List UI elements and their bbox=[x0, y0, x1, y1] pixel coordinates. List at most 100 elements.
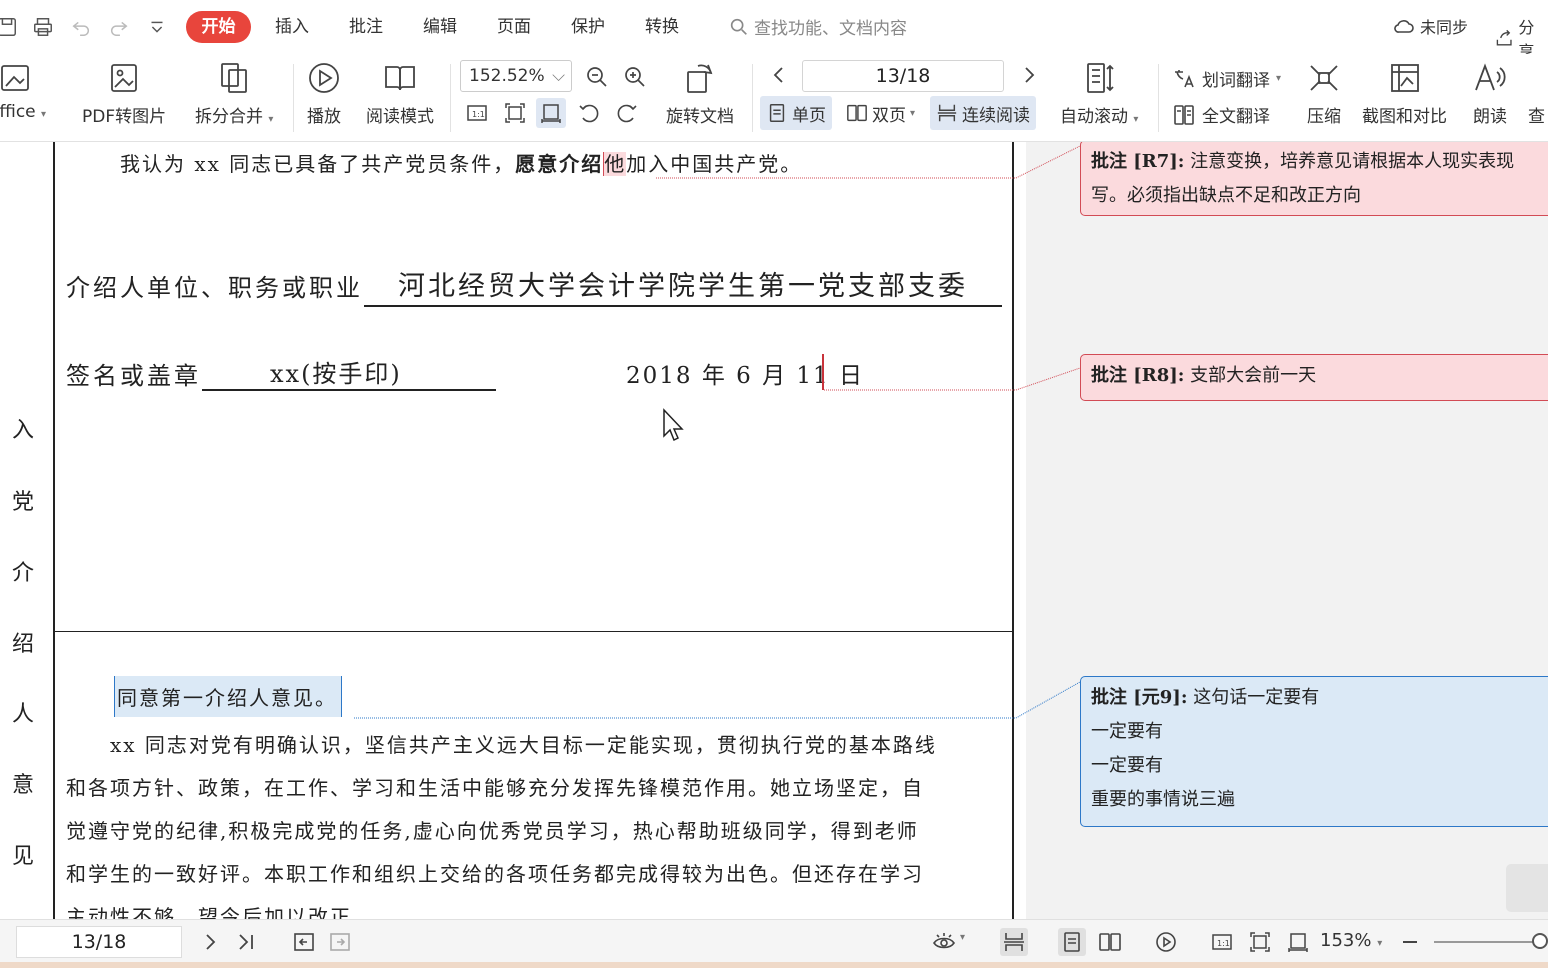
office-button[interactable]: Office ▾ bbox=[0, 60, 46, 122]
zoom-select[interactable]: 152.52% ⌵ bbox=[460, 60, 572, 92]
fit-width-icon[interactable] bbox=[1284, 928, 1312, 956]
zoom-out-icon[interactable] bbox=[1396, 928, 1424, 956]
back-icon[interactable] bbox=[290, 928, 318, 956]
customize-dropdown-icon[interactable] bbox=[144, 14, 170, 40]
zoom-in-icon[interactable] bbox=[620, 62, 650, 92]
pdf-image-icon bbox=[111, 64, 137, 92]
sync-status[interactable]: 未同步 bbox=[1392, 14, 1468, 38]
pdf-to-image-button[interactable]: PDF转图片 bbox=[82, 60, 166, 127]
double-page-label: 双页 bbox=[872, 105, 906, 126]
read-aloud-button[interactable]: 朗读 bbox=[1472, 60, 1508, 127]
rotate-document-button[interactable]: 旋转文档 bbox=[666, 60, 734, 127]
split-merge-icon bbox=[221, 63, 248, 93]
actual-size-icon[interactable]: 1:1 bbox=[1208, 928, 1236, 956]
status-bar: 13/18 ▾ 1:1 153% ▾ bbox=[0, 919, 1548, 968]
double-page-button[interactable]: 双页 ▾ bbox=[840, 96, 921, 130]
read-aloud-icon bbox=[1475, 63, 1506, 91]
tab-start[interactable]: 开始 bbox=[186, 11, 251, 43]
word-translate-button[interactable]: 划词翻译 ▾ bbox=[1172, 66, 1281, 91]
double-view-icon[interactable] bbox=[1096, 928, 1124, 956]
single-view-icon[interactable] bbox=[1058, 928, 1086, 956]
tab-convert[interactable]: 转换 bbox=[645, 14, 679, 40]
redo-icon[interactable] bbox=[106, 14, 132, 40]
screenshot-icon bbox=[1390, 64, 1419, 92]
read-mode-label: 阅读模式 bbox=[366, 107, 434, 127]
full-translate-label: 全文翻译 bbox=[1202, 107, 1270, 127]
single-page-button[interactable]: 单页 bbox=[760, 96, 832, 130]
svg-text:1:1: 1:1 bbox=[1217, 939, 1230, 948]
play-button[interactable]: 播放 bbox=[306, 60, 342, 127]
comment-text: 支部大会前一天 bbox=[1190, 365, 1317, 386]
search-icon bbox=[730, 18, 747, 35]
last-page-icon[interactable] bbox=[232, 928, 260, 956]
continuous-read-icon bbox=[937, 104, 957, 122]
play-icon[interactable] bbox=[1152, 928, 1180, 956]
page-number-field[interactable]: 13/18 bbox=[802, 60, 1004, 92]
comment-r8[interactable]: 批注 [R8]: 支部大会前一天 bbox=[1080, 354, 1548, 401]
print-icon[interactable] bbox=[30, 14, 56, 40]
compress-icon bbox=[1310, 65, 1338, 91]
comment-title: 批注 [R7]: bbox=[1091, 151, 1185, 172]
tab-protect[interactable]: 保护 bbox=[571, 14, 605, 40]
save-icon[interactable] bbox=[0, 14, 20, 40]
chevron-down-icon[interactable]: ▾ bbox=[960, 932, 965, 943]
rotate-left-icon[interactable] bbox=[574, 98, 604, 128]
next-page-icon[interactable] bbox=[1016, 60, 1042, 90]
zoom-slider-handle[interactable] bbox=[1532, 933, 1548, 949]
status-page-field[interactable]: 13/18 bbox=[16, 926, 182, 958]
fit-page-icon[interactable] bbox=[500, 98, 530, 128]
tab-page[interactable]: 页面 bbox=[497, 14, 531, 40]
double-page-icon bbox=[847, 104, 867, 122]
document-workspace: 入 党 介 绍 人 意 见 我认为 xx 同志已具备了共产党员条件，愿意介绍他加… bbox=[0, 142, 1548, 919]
search-short-button[interactable]: 查 bbox=[1528, 102, 1545, 127]
comment-text: 一定要有 bbox=[1091, 721, 1163, 742]
zoom-value: 152.52% bbox=[469, 66, 545, 86]
continuous-view-icon[interactable] bbox=[1000, 928, 1028, 956]
compress-button[interactable]: 压缩 bbox=[1306, 60, 1342, 127]
word-translate-label: 划词翻译 bbox=[1202, 71, 1270, 91]
forward-icon[interactable] bbox=[326, 928, 354, 956]
share-icon bbox=[1496, 29, 1512, 46]
rotate-right-icon[interactable] bbox=[612, 98, 642, 128]
pdf-to-image-label: PDF转图片 bbox=[82, 107, 167, 127]
next-page-icon[interactable] bbox=[196, 928, 224, 956]
search-short-label: 查 bbox=[1528, 107, 1545, 127]
screenshot-compare-button[interactable]: 截图和对比 bbox=[1362, 60, 1447, 127]
comment-9[interactable]: 批注 [元9]: 这句话一定要有 一定要有 一定要有 重要的事情说三遍 bbox=[1080, 676, 1548, 827]
eye-protect-icon[interactable] bbox=[930, 928, 958, 956]
single-page-icon bbox=[769, 104, 785, 122]
auto-scroll-icon bbox=[1087, 63, 1114, 93]
play-icon bbox=[309, 63, 339, 93]
split-merge-button[interactable]: 拆分合并 ▾ bbox=[195, 60, 273, 127]
cloud-icon bbox=[1394, 20, 1414, 33]
search-input[interactable]: 查找功能、文档内容 bbox=[728, 14, 907, 39]
zoom-out-icon[interactable] bbox=[582, 62, 612, 92]
actual-size-icon[interactable]: 1:1 bbox=[462, 98, 492, 128]
status-zoom-select[interactable]: 153% ▾ bbox=[1320, 930, 1382, 951]
rotate-document-icon bbox=[687, 64, 713, 93]
fit-width-icon[interactable] bbox=[536, 98, 566, 128]
zoom-slider[interactable] bbox=[1434, 941, 1540, 943]
comment-r7[interactable]: 批注 [R7]: 注意变换，培养意见请根据本人现实表现 写。必须指出缺点不足和改… bbox=[1080, 142, 1548, 216]
full-translate-button[interactable]: 全文翻译 bbox=[1172, 102, 1270, 127]
tab-edit[interactable]: 编辑 bbox=[423, 14, 457, 40]
tab-insert[interactable]: 插入 bbox=[275, 14, 309, 40]
full-translate-icon bbox=[1174, 104, 1194, 125]
tab-comment[interactable]: 批注 bbox=[349, 14, 383, 40]
single-page-label: 单页 bbox=[792, 105, 826, 126]
read-mode-button[interactable]: 阅读模式 bbox=[366, 60, 434, 127]
read-aloud-label: 朗读 bbox=[1473, 107, 1507, 127]
floating-button[interactable] bbox=[1506, 864, 1548, 912]
svg-text:1:1: 1:1 bbox=[472, 110, 485, 119]
comment-text: 重要的事情说三遍 bbox=[1091, 789, 1235, 810]
translate-icon bbox=[1175, 69, 1194, 87]
comment-text: 这句话一定要有 bbox=[1193, 687, 1320, 708]
fit-page-icon[interactable] bbox=[1246, 928, 1274, 956]
continuous-read-button[interactable]: 连续阅读 bbox=[930, 96, 1036, 130]
auto-scroll-button[interactable]: 自动滚动 ▾ bbox=[1060, 60, 1138, 127]
auto-scroll-label: 自动滚动 bbox=[1060, 107, 1128, 127]
office-label: Office bbox=[0, 102, 36, 122]
prev-page-icon[interactable] bbox=[766, 60, 792, 90]
undo-icon[interactable] bbox=[68, 14, 94, 40]
split-merge-label: 拆分合并 bbox=[195, 107, 263, 127]
